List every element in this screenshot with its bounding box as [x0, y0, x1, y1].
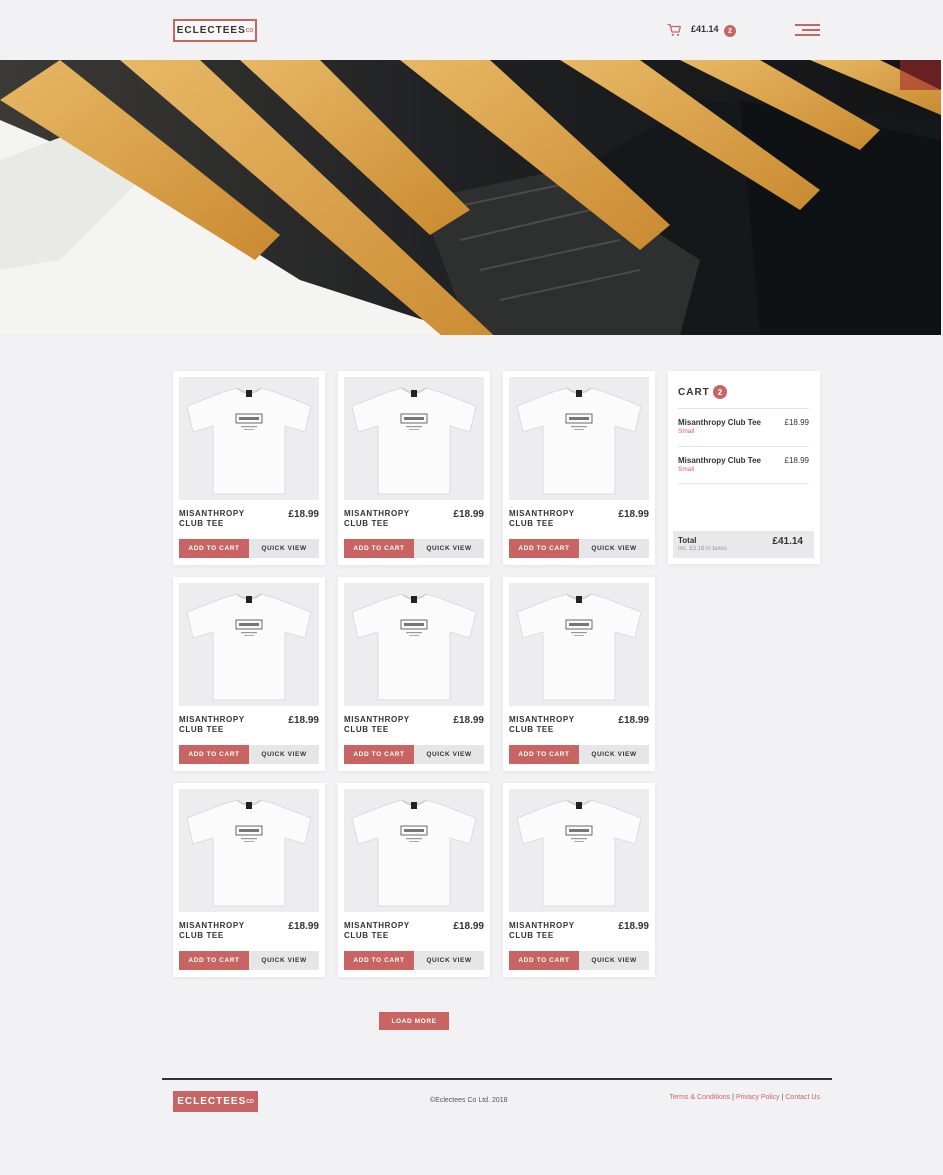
site-logo[interactable]: ECLECTEES CO	[173, 19, 257, 42]
tshirt-image	[186, 386, 312, 494]
product-image[interactable]	[344, 583, 484, 706]
product-price: £18.99	[453, 921, 484, 932]
footer-logo[interactable]: ECLECTEES CO	[173, 1091, 258, 1112]
product-card: MISANTHROPY CLUB TEE £18.99 ADD TO CART …	[173, 371, 325, 565]
hero-banner-image	[0, 60, 941, 335]
add-to-cart-button[interactable]: ADD TO CART	[179, 539, 249, 558]
contact-link[interactable]: Contact Us	[785, 1094, 820, 1101]
quick-view-button[interactable]: QUICK VIEW	[414, 951, 484, 970]
product-price: £18.99	[288, 921, 319, 932]
product-card: MISANTHROPY CLUB TEE £18.99 ADD TO CART …	[503, 783, 655, 977]
hamburger-menu-icon[interactable]	[795, 23, 820, 38]
tshirt-image	[351, 798, 477, 906]
product-price: £18.99	[618, 715, 649, 726]
cart-total-value: £41.14	[772, 536, 803, 547]
quick-view-button[interactable]: QUICK VIEW	[414, 539, 484, 558]
cart-icon[interactable]	[667, 23, 681, 37]
product-price: £18.99	[453, 509, 484, 520]
product-card: MISANTHROPY CLUB TEE £18.99 ADD TO CART …	[173, 783, 325, 977]
cart-item-price: £18.99	[784, 418, 809, 427]
tshirt-image	[351, 386, 477, 494]
product-image[interactable]	[509, 789, 649, 912]
cart-title: CART	[678, 387, 710, 398]
product-price: £18.99	[618, 921, 649, 932]
product-name[interactable]: MISANTHROPY CLUB TEE	[509, 509, 599, 529]
tshirt-image	[186, 592, 312, 700]
product-card: MISANTHROPY CLUB TEE £18.99 ADD TO CART …	[338, 577, 490, 771]
logo-suffix: CO	[245, 27, 254, 34]
clothes-hangers-illustration	[0, 60, 941, 335]
cart-panel: CART 2 Misanthropy Club Tee Small £18.99…	[668, 371, 820, 564]
add-to-cart-button[interactable]: ADD TO CART	[344, 951, 414, 970]
terms-link[interactable]: Terms & Conditions	[669, 1094, 730, 1101]
quick-view-button[interactable]: QUICK VIEW	[249, 951, 319, 970]
quick-view-button[interactable]: QUICK VIEW	[249, 745, 319, 764]
header-cart-count-badge: 2	[724, 25, 736, 37]
copyright-text: ©Eclectees Co Ltd. 2018	[430, 1097, 508, 1104]
tshirt-image	[516, 798, 642, 906]
cart-tax-note: Inc. £3.16 in taxes	[678, 546, 727, 552]
product-card: MISANTHROPY CLUB TEE £18.99 ADD TO CART …	[503, 577, 655, 771]
footer-logo-suffix: CO	[246, 1098, 254, 1105]
logo-text: ECLECTEES	[176, 25, 246, 36]
product-name[interactable]: MISANTHROPY CLUB TEE	[509, 715, 599, 735]
add-to-cart-button[interactable]: ADD TO CART	[509, 539, 579, 558]
add-to-cart-button[interactable]: ADD TO CART	[179, 745, 249, 764]
add-to-cart-button[interactable]: ADD TO CART	[509, 745, 579, 764]
privacy-link[interactable]: Privacy Policy	[736, 1094, 780, 1101]
quick-view-button[interactable]: QUICK VIEW	[579, 745, 649, 764]
product-price: £18.99	[618, 509, 649, 520]
cart-divider	[678, 446, 809, 447]
product-card: MISANTHROPY CLUB TEE £18.99 ADD TO CART …	[338, 371, 490, 565]
add-to-cart-button[interactable]: ADD TO CART	[509, 951, 579, 970]
cart-divider	[678, 408, 809, 409]
footer-logo-text: ECLECTEES	[177, 1096, 247, 1107]
header-cart-total[interactable]: £41.14	[691, 24, 719, 34]
product-card: MISANTHROPY CLUB TEE £18.99 ADD TO CART …	[503, 371, 655, 565]
quick-view-button[interactable]: QUICK VIEW	[579, 951, 649, 970]
site-header: ECLECTEES CO £41.14 2	[0, 0, 943, 60]
product-image[interactable]	[344, 377, 484, 500]
product-card: MISANTHROPY CLUB TEE £18.99 ADD TO CART …	[173, 577, 325, 771]
quick-view-button[interactable]: QUICK VIEW	[249, 539, 319, 558]
product-name[interactable]: MISANTHROPY CLUB TEE	[509, 921, 599, 941]
footer-links: Terms & Conditions | Privacy Policy | Contac…	[669, 1094, 820, 1101]
product-image[interactable]	[509, 583, 649, 706]
product-price: £18.99	[288, 715, 319, 726]
cart-item-name[interactable]: Misanthropy Club Tee	[678, 456, 761, 465]
product-name[interactable]: MISANTHROPY CLUB TEE	[179, 715, 269, 735]
product-price: £18.99	[453, 715, 484, 726]
product-price: £18.99	[288, 509, 319, 520]
cart-divider	[678, 483, 809, 484]
product-image[interactable]	[179, 377, 319, 500]
add-to-cart-button[interactable]: ADD TO CART	[344, 745, 414, 764]
product-image[interactable]	[179, 789, 319, 912]
tshirt-image	[516, 386, 642, 494]
load-more-button[interactable]: LOAD MORE	[379, 1012, 449, 1030]
footer-divider	[162, 1078, 832, 1080]
tshirt-image	[351, 592, 477, 700]
cart-item-price: £18.99	[784, 456, 809, 465]
product-image[interactable]	[179, 583, 319, 706]
cart-count-badge: 2	[713, 385, 727, 399]
quick-view-button[interactable]: QUICK VIEW	[414, 745, 484, 764]
product-name[interactable]: MISANTHROPY CLUB TEE	[344, 715, 434, 735]
product-name[interactable]: MISANTHROPY CLUB TEE	[344, 921, 434, 941]
product-name[interactable]: MISANTHROPY CLUB TEE	[179, 509, 269, 529]
cart-item-size: Small	[678, 466, 695, 473]
tshirt-image	[186, 798, 312, 906]
cart-item-size: Small	[678, 428, 695, 435]
product-image[interactable]	[509, 377, 649, 500]
quick-view-button[interactable]: QUICK VIEW	[579, 539, 649, 558]
product-card: MISANTHROPY CLUB TEE £18.99 ADD TO CART …	[338, 783, 490, 977]
cart-total-label: Total	[678, 536, 697, 545]
cart-item-name[interactable]: Misanthropy Club Tee	[678, 418, 761, 427]
cart-total-box: Total Inc. £3.16 in taxes £41.14	[673, 531, 814, 558]
product-name[interactable]: MISANTHROPY CLUB TEE	[344, 509, 434, 529]
product-image[interactable]	[344, 789, 484, 912]
product-name[interactable]: MISANTHROPY CLUB TEE	[179, 921, 269, 941]
add-to-cart-button[interactable]: ADD TO CART	[179, 951, 249, 970]
add-to-cart-button[interactable]: ADD TO CART	[344, 539, 414, 558]
tshirt-image	[516, 592, 642, 700]
